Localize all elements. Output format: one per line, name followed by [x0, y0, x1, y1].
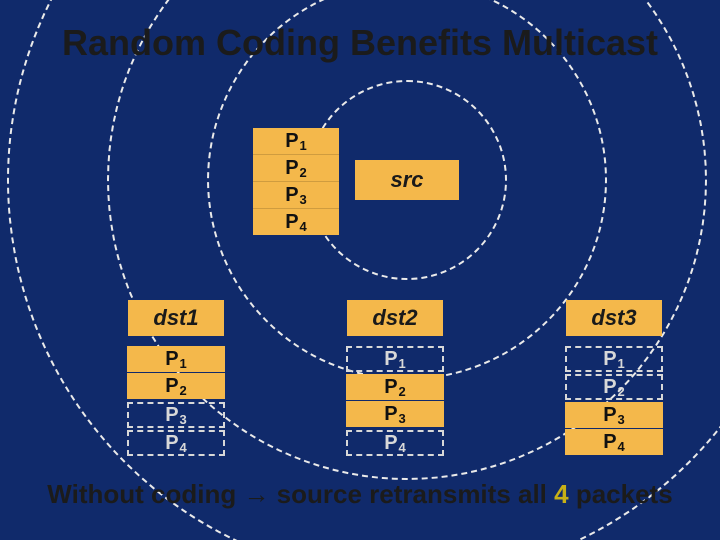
packet-p1: P1 [253, 128, 339, 154]
slide-stage: Random Coding Benefits Multicast P1 P2 P… [0, 0, 720, 540]
dst2-p1: P1 [346, 346, 444, 372]
packet-p3: P3 [253, 181, 339, 208]
broadcast-ring-4 [7, 0, 720, 540]
arrow-icon: → [243, 479, 269, 509]
footer-count: 4 [554, 479, 568, 509]
dst3-p4: P4 [565, 429, 663, 455]
dst1-p2: P2 [127, 373, 225, 399]
dst1-p4: P4 [127, 430, 225, 456]
source-node: src [355, 160, 459, 200]
destination-1-label: dst1 [128, 300, 224, 336]
dst1-p3: P3 [127, 402, 225, 428]
packet-p4: P4 [253, 208, 339, 235]
footer-mid: source retransmits all [269, 479, 554, 509]
packet-p2: P2 [253, 154, 339, 181]
footer-pre: Without coding [47, 479, 243, 509]
footer-post: packets [569, 479, 673, 509]
slide-title: Random Coding Benefits Multicast [0, 22, 720, 64]
dst2-p3: P3 [346, 401, 444, 427]
destination-3-label: dst3 [566, 300, 662, 336]
dst2-p4: P4 [346, 430, 444, 456]
dst2-p2: P2 [346, 374, 444, 400]
slide-footer: Without coding → source retransmits all … [0, 479, 720, 510]
dst1-p1: P1 [127, 346, 225, 372]
dst3-p1: P1 [565, 346, 663, 372]
destination-2-label: dst2 [347, 300, 443, 336]
source-packet-stack: P1 P2 P3 P4 [253, 128, 339, 235]
dst3-p3: P3 [565, 402, 663, 428]
dst3-p2: P2 [565, 374, 663, 400]
